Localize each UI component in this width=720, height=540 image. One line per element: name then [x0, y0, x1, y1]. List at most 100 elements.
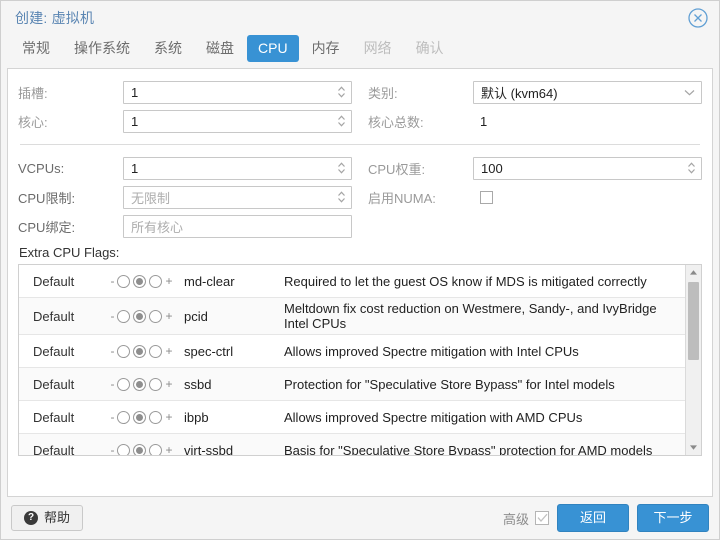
minus-icon: - [110, 377, 115, 391]
flag-tristate-selector[interactable]: - + [99, 443, 184, 455]
vcpus-input[interactable]: 1 [123, 156, 352, 180]
extra-cpu-flags-label: Extra CPU Flags: [19, 245, 120, 260]
radio-default-icon[interactable] [133, 443, 147, 455]
total-cores-value: 1 [480, 113, 488, 129]
cpu-affinity-input[interactable]: 所有核心 [123, 214, 352, 238]
minus-icon: - [110, 274, 115, 288]
radio-default-icon[interactable] [133, 309, 147, 323]
cpu-limit-stepper[interactable] [336, 190, 347, 205]
advanced-label: 高级 [502, 511, 529, 527]
radio-on-icon[interactable] [149, 274, 163, 288]
cpu-type-value: 默认 (kvm64) [481, 85, 558, 101]
cpu-affinity-placeholder: 所有核心 [131, 219, 184, 235]
radio-off-icon[interactable] [117, 443, 131, 455]
field-cpu-affinity: CPU绑定: 所有核心 [18, 212, 352, 240]
radio-default-icon[interactable] [133, 344, 147, 358]
sockets-label: 插槽: [18, 85, 48, 101]
tab-memory[interactable]: 内存 [301, 35, 351, 62]
flag-description: Basis for "Speculative Store Bypass" pro… [284, 442, 653, 456]
question-mark-icon: ? [24, 511, 38, 525]
dialog-footer: ? 帮助 高级 返回 下一步 [1, 497, 719, 539]
flag-state-label: Default [33, 343, 75, 359]
tab-confirm[interactable]: 确认 [405, 35, 455, 62]
next-button[interactable]: 下一步 [637, 504, 709, 532]
field-total-cores: 核心总数: 1 [368, 107, 702, 135]
flag-tristate-selector[interactable]: - + [99, 344, 184, 358]
field-vcpus: VCPUs: 1 [18, 154, 352, 182]
cpu-limit-label: CPU限制: [18, 190, 76, 206]
radio-default-icon[interactable] [133, 377, 147, 391]
flag-tristate-selector[interactable]: - + [99, 274, 184, 288]
back-button[interactable]: 返回 [557, 504, 629, 532]
create-vm-dialog: 创建: 虚拟机 常规 操作系统 系统 磁盘 CPU 内存 网络 确认 插槽: 1… [0, 0, 720, 540]
radio-on-icon[interactable] [149, 344, 163, 358]
close-icon[interactable] [687, 7, 709, 29]
cpu-units-input[interactable]: 100 [473, 156, 702, 180]
radio-default-icon[interactable] [133, 274, 147, 288]
flag-description: Allows improved Spectre mitigation with … [284, 409, 583, 425]
minus-icon: - [110, 443, 115, 455]
minus-icon: - [110, 309, 115, 323]
flag-name: md-clear [184, 273, 235, 289]
scroll-up-icon[interactable] [686, 265, 701, 280]
cores-input[interactable]: 1 [123, 109, 352, 133]
flag-description: Protection for "Speculative Store Bypass… [284, 376, 615, 392]
field-sockets: 插槽: 1 [18, 78, 352, 106]
radio-default-icon[interactable] [133, 410, 147, 424]
help-button[interactable]: ? 帮助 [11, 505, 84, 531]
vcpus-stepper[interactable] [336, 161, 347, 176]
flag-description: Required to let the guest OS know if MDS… [284, 273, 647, 289]
cpu-limit-input[interactable]: 无限制 [123, 185, 352, 209]
total-cores-label: 核心总数: [368, 114, 424, 130]
cpu-type-select[interactable]: 默认 (kvm64) [473, 80, 702, 104]
radio-on-icon[interactable] [149, 377, 163, 391]
table-row[interactable]: Default - + virt-ssbd Basis for "Specula… [19, 434, 685, 455]
table-row[interactable]: Default - + ibpb Allows improved Spectre… [19, 401, 685, 434]
sockets-value: 1 [131, 84, 139, 100]
minus-icon: - [110, 344, 115, 358]
cores-stepper[interactable] [336, 114, 347, 129]
tab-disks[interactable]: 磁盘 [195, 35, 245, 62]
flag-tristate-selector[interactable]: - + [99, 410, 184, 424]
tab-os[interactable]: 操作系统 [63, 35, 141, 62]
table-row[interactable]: Default - + spec-ctrl Allows improved Sp… [19, 335, 685, 368]
scrollbar-track[interactable] [686, 280, 701, 440]
sockets-stepper[interactable] [336, 85, 347, 100]
radio-off-icon[interactable] [117, 410, 131, 424]
radio-on-icon[interactable] [149, 410, 163, 424]
table-row[interactable]: Default - + ssbd Protection for "Specula… [19, 368, 685, 401]
sockets-input[interactable]: 1 [123, 80, 352, 104]
radio-off-icon[interactable] [117, 344, 131, 358]
dialog-titlebar: 创建: 虚拟机 [1, 1, 719, 35]
table-row[interactable]: Default - + pcid Meltdown fix cost reduc… [19, 298, 685, 335]
tab-cpu[interactable]: CPU [247, 35, 299, 62]
advanced-checkbox[interactable] [535, 511, 549, 525]
radio-off-icon[interactable] [117, 377, 131, 391]
flags-table: Default - + md-clear Required to let the… [18, 264, 702, 456]
radio-off-icon[interactable] [117, 274, 131, 288]
flag-tristate-selector[interactable]: - + [99, 377, 184, 391]
flag-name: ssbd [184, 376, 212, 392]
tab-system[interactable]: 系统 [143, 35, 193, 62]
field-enable-numa: 启用NUMA: [368, 183, 702, 211]
scroll-down-icon[interactable] [686, 440, 701, 455]
vertical-scrollbar[interactable] [685, 265, 701, 455]
tab-general[interactable]: 常规 [11, 35, 61, 62]
table-row[interactable]: Default - + md-clear Required to let the… [19, 265, 685, 298]
chevron-down-icon[interactable] [684, 85, 695, 100]
flag-description: Meltdown fix cost reduction on Westmere,… [284, 301, 657, 331]
cpu-form: 插槽: 1 核心: 1 类别: 默认 (kvm64) 核心总数: 1 VCPUs… [8, 69, 712, 260]
cpu-units-value: 100 [481, 160, 503, 176]
flag-state-label: Default [33, 376, 75, 392]
tab-network[interactable]: 网络 [353, 35, 403, 62]
enable-numa-checkbox[interactable] [480, 190, 493, 204]
flag-name: ibpb [184, 409, 209, 425]
radio-off-icon[interactable] [117, 309, 131, 323]
plus-icon: + [165, 309, 173, 323]
form-section-bottom: VCPUs: 1 CPU限制: 无限制 CPU绑定: 所有核心 CPU权重: 1… [18, 154, 702, 241]
radio-on-icon[interactable] [149, 443, 163, 455]
flag-tristate-selector[interactable]: - + [99, 309, 184, 323]
cpu-units-stepper[interactable] [686, 161, 697, 176]
radio-on-icon[interactable] [149, 309, 163, 323]
scrollbar-thumb[interactable] [688, 282, 699, 360]
